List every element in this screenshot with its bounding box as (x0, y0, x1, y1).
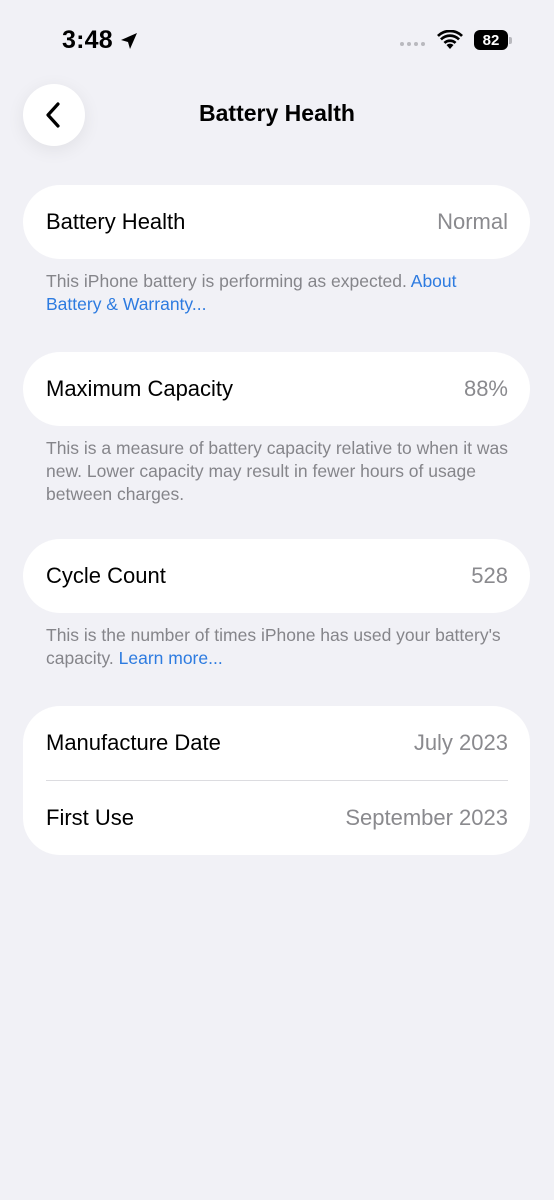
maximum-capacity-row: Maximum Capacity 88% (23, 352, 530, 426)
maximum-capacity-label: Maximum Capacity (46, 376, 234, 401)
manufacture-date-row: Manufacture Date July 2023 (23, 706, 530, 780)
page-title: Battery Health (199, 100, 355, 126)
cycle-count-row: Cycle Count 528 (23, 539, 530, 613)
maximum-capacity-card: Maximum Capacity 88% (23, 352, 530, 426)
maximum-capacity-footnote: This is a measure of battery capacity re… (46, 438, 509, 504)
battery-icon: 82 (474, 30, 512, 50)
manufacture-date-label: Manufacture Date (46, 730, 221, 755)
cycle-count-footnote: This is the number of times iPhone has u… (46, 624, 516, 670)
cycle-count-card: Cycle Count 528 (23, 539, 530, 613)
battery-level: 82 (482, 31, 500, 49)
battery-nub (509, 37, 512, 44)
location-arrow-icon (120, 32, 137, 49)
battery-health-card: Battery Health Normal (23, 185, 530, 259)
cellular-signal-icon (400, 42, 425, 46)
status-bar: 3:48 82 (0, 0, 554, 80)
dates-card: Manufacture Date July 2023 First Use Sep… (23, 706, 530, 855)
cycle-count-label: Cycle Count (46, 563, 166, 588)
cycle-count-footnote-text: This is the number of times iPhone has u… (46, 625, 501, 668)
status-time: 3:48 (62, 26, 139, 55)
battery-health-footnote-text: This iPhone battery is performing as exp… (46, 271, 411, 291)
clock-text: 3:48 (62, 26, 113, 54)
wifi-icon (437, 30, 463, 49)
cycle-count-value: 528 (471, 563, 508, 588)
status-indicators: 82 (400, 30, 512, 50)
manufacture-date-value: July 2023 (413, 730, 508, 755)
battery-health-value: Normal (437, 209, 508, 234)
first-use-value: September 2023 (345, 805, 508, 830)
maximum-capacity-value: 88% (463, 376, 508, 401)
battery-health-label: Battery Health (46, 209, 186, 234)
learn-more-link[interactable]: Learn more... (119, 648, 223, 668)
first-use-row: First Use September 2023 (23, 781, 530, 855)
battery-health-footnote: This iPhone battery is performing as exp… (46, 270, 516, 316)
first-use-label: First Use (46, 805, 134, 830)
battery-health-row: Battery Health Normal (23, 185, 530, 259)
